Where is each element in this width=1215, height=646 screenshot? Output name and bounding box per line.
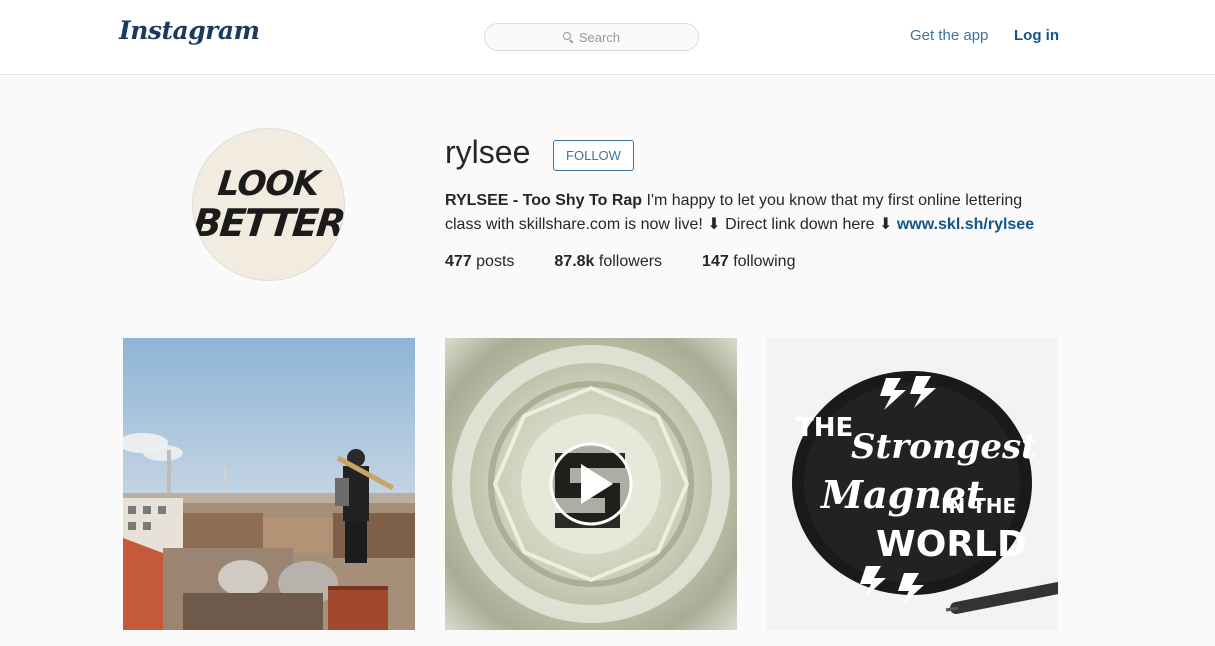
glass-video-thumbnail [445, 338, 737, 630]
follow-button[interactable]: FOLLOW [553, 140, 634, 171]
art-text-the: THE [796, 413, 853, 443]
search-icon [562, 32, 573, 42]
profile-username: rylsee [445, 134, 531, 170]
posts-label: posts [476, 253, 515, 270]
posts-stat: 477 posts [445, 253, 514, 271]
post-thumbnail-1[interactable] [123, 338, 415, 630]
lettering-artwork: THE Strongest Magnet IN THE WORLD [766, 338, 1058, 630]
post-thumbnail-3[interactable]: THE Strongest Magnet IN THE WORLD [766, 338, 1058, 630]
post-thumbnail-2[interactable] [445, 338, 737, 630]
following-label: following [733, 253, 796, 270]
following-stat[interactable]: 147 following [702, 253, 795, 271]
art-text-strongest: Strongest [851, 427, 1037, 467]
search-placeholder: Search [578, 29, 621, 45]
followers-label: followers [598, 253, 663, 270]
bio-full-name: RYLSEE - Too Shy To Rap [445, 192, 643, 209]
top-navigation-bar: Instagram Search Get the app Log in [0, 0, 1215, 75]
profile-stats: 477 posts 87.8k followers 147 following [445, 253, 795, 271]
following-count: 147 [702, 253, 729, 270]
posts-count: 477 [445, 253, 472, 270]
profile-bio: RYLSEE - Too Shy To Rap I'm happy to let… [445, 189, 1055, 237]
art-text-in-the: IN THE [941, 494, 1016, 518]
bio-link[interactable]: www.skl.sh/rylsee [897, 216, 1034, 233]
search-input[interactable]: Search [484, 23, 699, 51]
art-text-world: WORLD [876, 524, 1027, 565]
log-in-link[interactable]: Log in [1014, 27, 1059, 44]
profile-avatar: LOOK BETTER [192, 128, 345, 281]
followers-count: 87.8k [554, 253, 595, 270]
avatar-text-line-1: LOOK [216, 164, 321, 205]
avatar-text-line-2: BETTER [192, 200, 345, 245]
get-the-app-link[interactable]: Get the app [910, 27, 988, 44]
followers-stat[interactable]: 87.8k followers [554, 253, 662, 271]
instagram-logo[interactable]: Instagram [119, 16, 260, 45]
rooftop-photo [123, 338, 415, 630]
